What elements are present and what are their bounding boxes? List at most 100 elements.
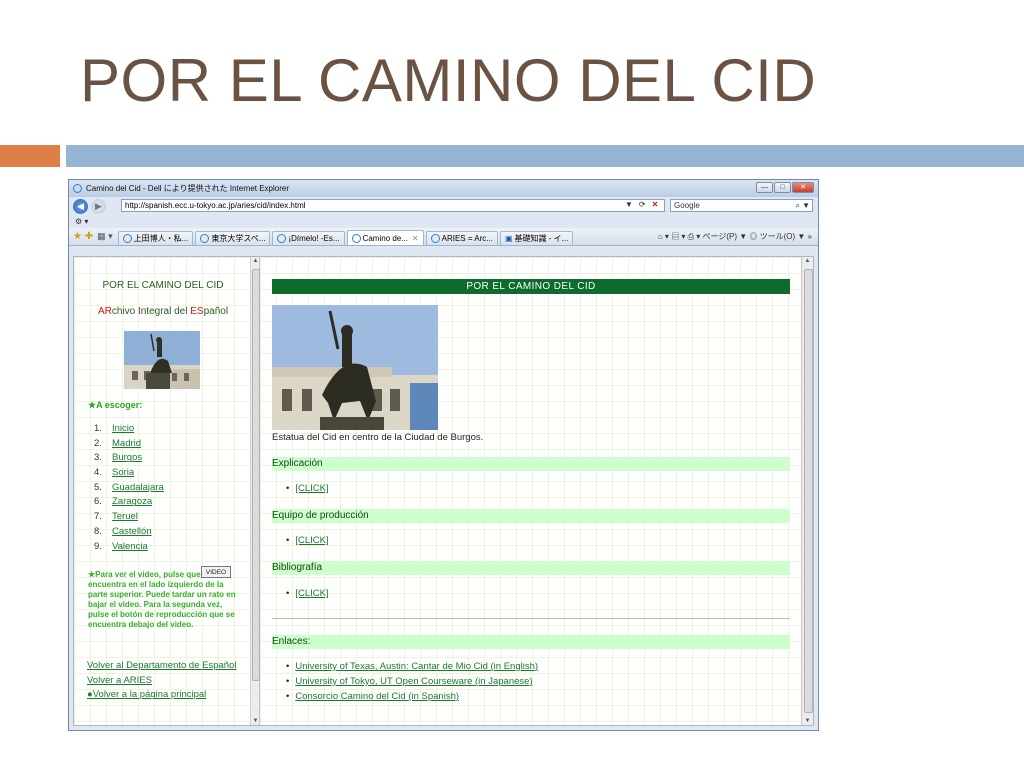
list-item: 4. Soria	[94, 467, 135, 479]
left-scroll-thumb[interactable]	[252, 269, 260, 681]
left-frame: POR EL CAMINO DEL CID ARchivo Integral d…	[74, 257, 252, 725]
search-icon[interactable]: ⌕	[796, 200, 800, 211]
favorites-star-icon[interactable]: ★ ✚	[73, 231, 93, 242]
address-toolbar: ◀ ▶ http://spanish.ecc.u-tokyo.ac.jp/ari…	[69, 197, 818, 215]
list-item: 8. Castellón	[94, 525, 152, 537]
home-icon[interactable]: ⌂ ▾	[658, 232, 669, 241]
tab-1[interactable]: 上田博人・私...	[117, 231, 194, 245]
ie-page-icon	[200, 234, 210, 243]
accent-bar-blue	[66, 145, 1024, 167]
forward-icon[interactable]: ▶	[91, 198, 106, 214]
a-escoger-heading: ★A escoger:	[88, 400, 143, 410]
tab-2[interactable]: 東京大学スペ...	[195, 231, 271, 245]
list-item: University of Tokyo, UT Open Courseware …	[286, 676, 532, 687]
print-icon[interactable]: ⎙ ▾	[688, 232, 701, 241]
maximize-icon[interactable]: □	[774, 182, 791, 193]
city-link-inicio[interactable]: Inicio	[112, 423, 134, 434]
address-controls: ▼ ⟳ ✕	[625, 200, 658, 209]
ie-page-icon	[122, 234, 132, 243]
page-menu-icon[interactable]: ⚙ ▾	[75, 217, 88, 226]
scroll-up-icon[interactable]: ▲	[251, 258, 260, 264]
search-input[interactable]: Google ⌕ ▼	[670, 199, 813, 212]
link-texas[interactable]: University of Texas, Austin: Cantar de M…	[295, 661, 538, 672]
right-frame-banner: POR EL CAMINO DEL CID	[272, 279, 790, 294]
city-list: 1. Inicio 2. Madrid 3. Burgos 4. Soria 5. Gua…	[94, 422, 164, 554]
statue-photo	[272, 305, 438, 430]
address-bar[interactable]: http://spanish.ecc.u-tokyo.ac.jp/aries/c…	[121, 199, 665, 212]
city-link-soria[interactable]: Soria	[112, 467, 134, 478]
list-item: [CLICK]	[286, 535, 328, 546]
minimize-icon[interactable]: —	[756, 182, 773, 193]
command-bar[interactable]: ⌂ ▾ ▤ ▾ ⎙ ▾ ページ(P) ▼ ◎ ツール(O) ▼ »	[658, 231, 812, 242]
tab-6[interactable]: ▣ 基礎知識 - イ...	[499, 231, 574, 245]
ie-page-icon	[430, 234, 440, 243]
list-item: Consorcio Camino del Cid (in Spanish)	[286, 691, 459, 702]
scroll-up-icon[interactable]: ▲	[803, 258, 812, 264]
city-link-zaragoza[interactable]: Zaragoza	[112, 496, 152, 507]
section-enlaces: Enlaces:	[272, 635, 790, 649]
link-consorcio[interactable]: Consorcio Camino del Cid (in Spanish)	[295, 691, 459, 702]
list-item: 2. Madrid	[94, 437, 142, 449]
search-placeholder: Google	[674, 201, 700, 210]
list-item: University of Texas, Austin: Cantar de M…	[286, 661, 538, 672]
tab-4-active[interactable]: Camino de... ✕	[346, 230, 424, 245]
list-item: 3. Burgos	[94, 452, 143, 464]
click-link-equipo[interactable]: [CLICK]	[295, 535, 328, 546]
city-link-teruel[interactable]: Teruel	[112, 511, 138, 522]
link-aries[interactable]: Volver a ARIES	[87, 674, 236, 689]
browser-title-bar: Camino del Cid - Dell により提供された Internet …	[69, 180, 818, 197]
city-link-guadalajara[interactable]: Guadalajara	[112, 482, 164, 493]
list-item: 5. Guadalajara	[94, 481, 164, 493]
link-departamento[interactable]: Volver al Departamento de Español	[87, 659, 236, 674]
accent-bar-orange	[0, 145, 60, 167]
city-link-burgos[interactable]: Burgos	[112, 452, 142, 463]
scroll-down-icon[interactable]: ▼	[803, 718, 812, 724]
page-logo-icon: ▣	[504, 234, 513, 243]
slide-title: POR EL CAMINO DEL CID	[80, 47, 817, 114]
ie-page-icon	[351, 233, 361, 243]
address-text: http://spanish.ecc.u-tokyo.ac.jp/aries/c…	[125, 201, 306, 210]
archivo-subtitle: ARchivo Integral del ESpañol	[97, 306, 229, 317]
list-item: [CLICK]	[286, 588, 328, 599]
right-scroll-thumb[interactable]	[804, 269, 813, 713]
right-frame-scrollbar[interactable]: ▲ ▼	[801, 257, 813, 725]
section-bibliografia: Bibliografía	[272, 561, 790, 575]
refresh-icon[interactable]: ⟳	[639, 200, 646, 209]
address-dropdown-icon[interactable]: ▼	[625, 200, 633, 209]
tab-bar: ★ ✚ ▦ ▾ 上田博人・私... 東京大学スペ... ¡Dímelo! -Es…	[69, 228, 818, 246]
left-frame-title: POR EL CAMINO DEL CID	[102, 280, 224, 291]
close-icon[interactable]: ✕	[792, 182, 814, 193]
scroll-down-icon[interactable]: ▼	[251, 718, 260, 724]
browser-window: Camino del Cid - Dell により提供された Internet …	[68, 179, 819, 731]
city-link-castellon[interactable]: Castellón	[112, 526, 152, 537]
tab-close-icon[interactable]: ✕	[412, 234, 419, 243]
statue-thumbnail	[124, 331, 200, 389]
left-frame-scrollbar[interactable]: ▲ ▼	[250, 257, 260, 725]
list-item: 6. Zaragoza	[94, 496, 153, 508]
click-link-bibliografia[interactable]: [CLICK]	[295, 588, 328, 599]
left-footer-links: Volver al Departamento de Español Volver…	[87, 659, 236, 703]
menu-row: ⚙ ▾	[69, 215, 818, 228]
click-link-explicacion[interactable]: [CLICK]	[295, 483, 328, 494]
window-controls: — □ ✕	[756, 182, 814, 193]
list-item: [CLICK]	[286, 483, 328, 494]
link-pagina-principal[interactable]: ●Volver a la página principal	[87, 688, 236, 703]
city-link-madrid[interactable]: Madrid	[112, 438, 141, 449]
quick-tabs-icon[interactable]: ▦ ▾	[97, 231, 113, 242]
search-dropdown-icon[interactable]: ▼	[802, 200, 810, 211]
divider	[272, 618, 790, 619]
link-tokyo[interactable]: University of Tokyo, UT Open Courseware …	[295, 676, 532, 687]
tab-3[interactable]: ¡Dímelo! -Es...	[272, 231, 345, 245]
tab-5[interactable]: ARIES = Arc...	[425, 231, 498, 245]
city-link-valencia[interactable]: Valencia	[112, 541, 148, 552]
back-icon[interactable]: ◀	[73, 198, 88, 214]
page-viewport: POR EL CAMINO DEL CID ARchivo Integral d…	[73, 256, 814, 726]
ie-logo-icon	[73, 184, 82, 193]
window-title: Camino del Cid - Dell により提供された Internet …	[86, 184, 290, 193]
right-frame: POR EL CAMINO DEL CID Estatua del Cid en…	[260, 257, 801, 725]
list-item: 7. Teruel	[94, 511, 138, 523]
section-explicacion: Explicación	[272, 457, 790, 471]
video-button[interactable]: VIDEO	[201, 566, 231, 578]
feeds-icon[interactable]: ▤ ▾	[671, 232, 685, 241]
stop-icon[interactable]: ✕	[652, 200, 659, 209]
